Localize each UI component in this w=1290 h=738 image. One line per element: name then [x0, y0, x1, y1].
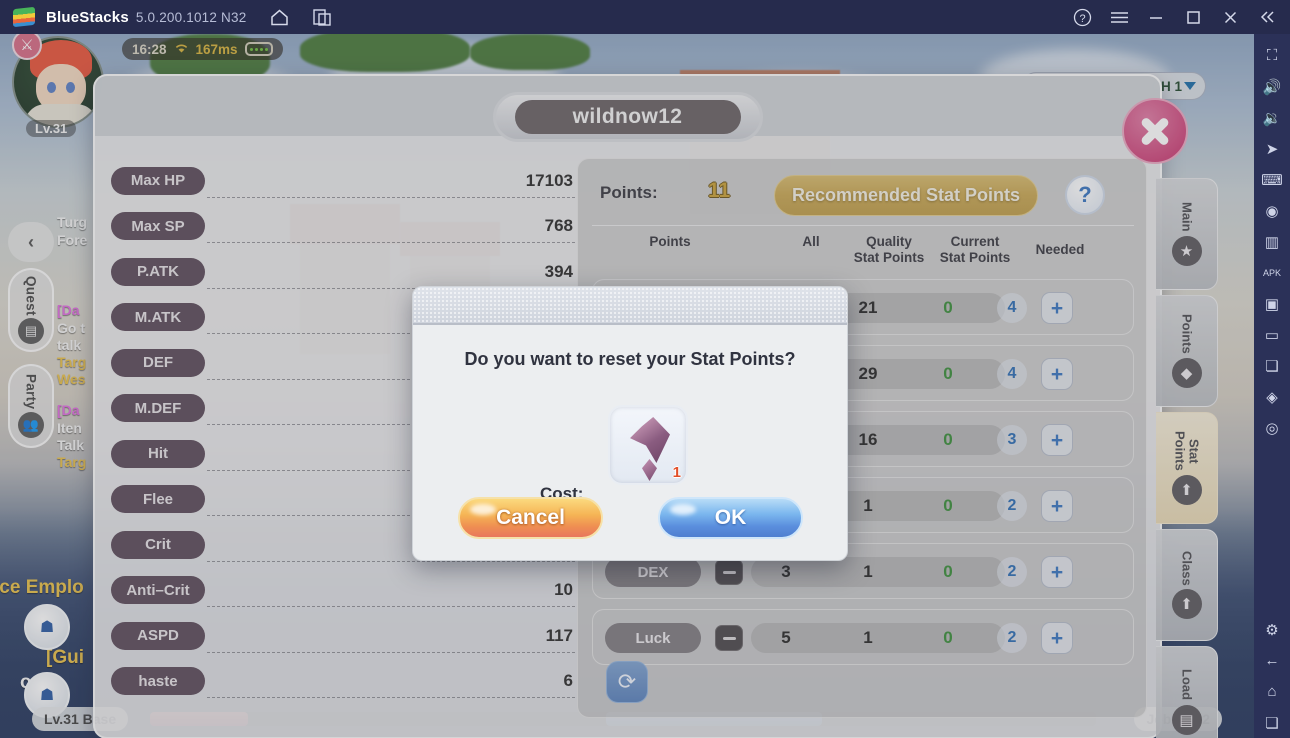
volume-down-icon[interactable]: 🔉 [1257, 102, 1287, 133]
layers-icon[interactable]: ◈ [1257, 381, 1287, 412]
game-viewport: 16:28 167ms Izlude Island CH 1 ⚔ Lv.31 ‹… [0, 34, 1254, 738]
cancel-button[interactable]: Cancel [458, 497, 603, 539]
fullscreen-icon[interactable]: ⛶ [1257, 40, 1287, 71]
help-circle-icon[interactable]: ? [1067, 2, 1097, 32]
settings-gear-icon[interactable]: ⚙ [1257, 614, 1287, 645]
screenshot-icon[interactable]: ▣ [1257, 288, 1287, 319]
volume-up-icon[interactable]: 🔊 [1257, 71, 1287, 102]
hamburger-menu-icon[interactable] [1104, 2, 1134, 32]
svg-text:?: ? [1079, 13, 1085, 25]
android-home-icon[interactable]: ⌂ [1257, 676, 1287, 707]
button-gloss [470, 504, 496, 515]
multi-instance-icon[interactable] [307, 2, 337, 32]
game-controls-icon[interactable]: ▥ [1257, 226, 1287, 257]
minimize-icon[interactable] [1141, 2, 1171, 32]
multi-instance-icon[interactable]: ❏ [1257, 350, 1287, 381]
reset-confirm-dialog: Do you want to reset your Stat Points? C… [412, 286, 848, 561]
close-icon[interactable] [1215, 2, 1245, 32]
app-name: BlueStacks [46, 8, 129, 26]
cursor-pointer-icon[interactable]: ➤ [1257, 133, 1287, 164]
cost-item-slot: 1 [608, 405, 688, 485]
home-icon[interactable] [264, 2, 294, 32]
collapse-chevrons-icon[interactable] [1252, 2, 1282, 32]
ok-button-label: OK [714, 506, 747, 529]
purple-crystal-shard-icon [642, 459, 657, 481]
maximize-icon[interactable] [1178, 2, 1208, 32]
recent-apps-icon[interactable]: ❏ [1257, 707, 1287, 738]
dialog-titlebar [413, 287, 847, 325]
media-folder-icon[interactable]: ▭ [1257, 319, 1287, 350]
performance-icon[interactable]: ◎ [1257, 412, 1287, 443]
purple-crystal-icon [630, 417, 670, 463]
bluestacks-titlebar: BlueStacks 5.0.200.1012 N32 ? [0, 0, 1290, 34]
macro-recorder-icon[interactable]: ◉ [1257, 195, 1287, 226]
bluestacks-sidebar: ⛶ 🔊 🔉 ➤ ⌨ ◉ ▥ APK ▣ ▭ ❏ ◈ ◎ ⚙ ← ⌂ ❏ [1254, 34, 1290, 738]
install-apk-icon[interactable]: APK [1257, 257, 1287, 288]
cancel-button-label: Cancel [496, 506, 565, 529]
button-gloss [670, 504, 696, 515]
ok-button[interactable]: OK [658, 497, 803, 539]
back-arrow-icon[interactable]: ← [1257, 645, 1287, 676]
bluestacks-logo-icon [13, 6, 35, 28]
keyboard-controls-icon[interactable]: ⌨ [1257, 164, 1287, 195]
dialog-message: Do you want to reset your Stat Points? [464, 349, 796, 369]
app-version: 5.0.200.1012 N32 [135, 9, 247, 25]
cost-quantity: 1 [672, 464, 681, 481]
